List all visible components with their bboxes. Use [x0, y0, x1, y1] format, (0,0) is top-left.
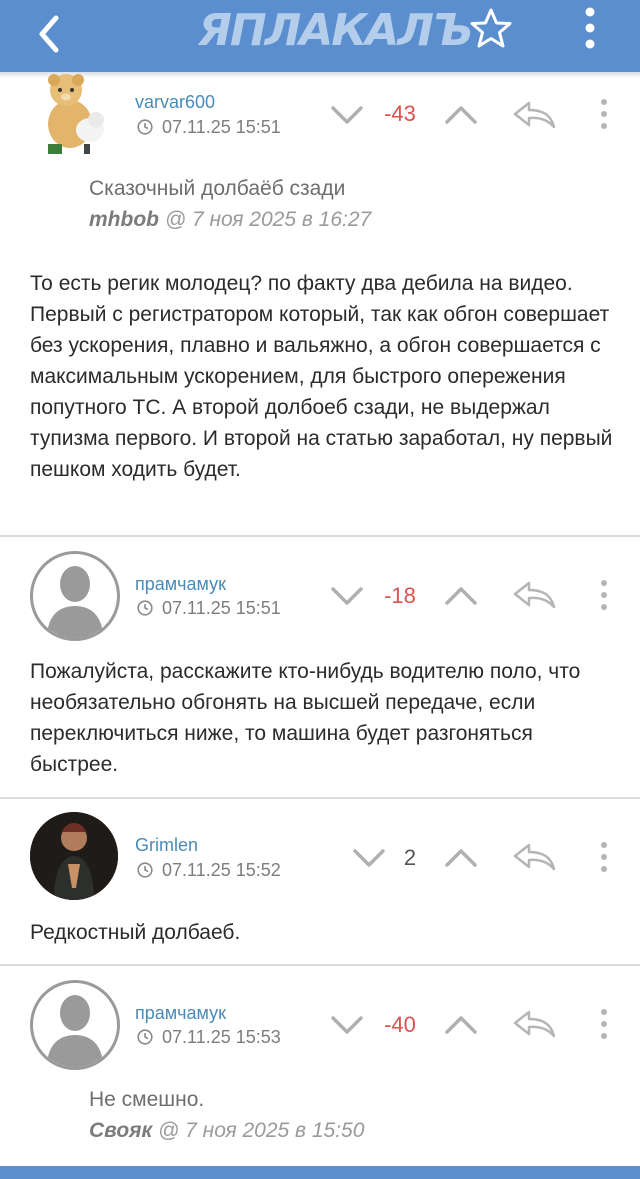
bottom-bar [0, 1166, 640, 1179]
comment-body: То есть регик молодец? по факту два деби… [30, 272, 613, 481]
comment-username[interactable]: Grimlen [135, 835, 198, 856]
clock-icon [137, 1029, 153, 1045]
comment-username[interactable]: прамчамук [135, 1003, 226, 1024]
back-chevron-icon[interactable] [30, 12, 70, 56]
top-bar: ЯПЛАКАЛЪ [0, 0, 640, 72]
comment-time: 07.11.25 15:51 [162, 117, 281, 137]
more-vertical-icon[interactable] [572, 4, 608, 52]
site-logo[interactable]: ЯПЛАКАЛЪ [198, 6, 473, 56]
comment-score: -40 [384, 1012, 416, 1037]
reply-icon[interactable] [512, 1009, 556, 1039]
photo-avatar[interactable] [30, 812, 118, 900]
comment-score: -43 [384, 101, 416, 126]
vote-up-icon[interactable] [444, 847, 478, 869]
quote-author[interactable]: Свояк [89, 1119, 152, 1142]
reply-icon[interactable] [512, 100, 556, 130]
quote-author[interactable]: mhbob [89, 208, 159, 231]
comment-time: 07.11.25 15:53 [162, 1027, 281, 1047]
comment-body: Пожалуйста, расскажите кто-нибудь водите… [30, 660, 581, 776]
vote-up-icon[interactable] [444, 585, 478, 607]
reply-icon[interactable] [512, 580, 556, 610]
comment-menu-icon[interactable] [598, 578, 610, 612]
vote-down-icon[interactable] [330, 585, 364, 607]
comment-score: -18 [384, 583, 416, 608]
vote-up-icon[interactable] [444, 1014, 478, 1036]
comment-divider [0, 797, 640, 799]
comment-username[interactable]: прамчамук [135, 574, 226, 595]
star-icon[interactable] [468, 6, 514, 52]
comment-menu-icon[interactable] [598, 97, 610, 131]
quote-date: @ 7 ноя 2025 в 16:27 [158, 208, 372, 231]
comment-time: 07.11.25 15:51 [162, 598, 281, 618]
vote-up-icon[interactable] [444, 104, 478, 126]
comment-divider [0, 535, 640, 537]
quote-meta: mhbob @ 7 ноя 2025 в 16:27 [89, 208, 371, 232]
comment-menu-icon[interactable] [598, 840, 610, 874]
clock-icon [137, 119, 153, 135]
comment-divider [0, 964, 640, 966]
quote-text: Не смешно. [89, 1088, 205, 1111]
quote-date: @ 7 ноя 2025 в 15:50 [152, 1119, 365, 1142]
reply-icon[interactable] [512, 842, 556, 872]
comment-score: 2 [403, 845, 417, 870]
clock-icon [137, 600, 153, 616]
comment-time: 07.11.25 15:52 [162, 860, 281, 880]
clock-icon [137, 862, 153, 878]
vote-down-icon[interactable] [330, 1014, 364, 1036]
default-user-avatar[interactable] [30, 980, 120, 1070]
comment-username[interactable]: varvar600 [135, 92, 215, 113]
comment-body: Редкостный долбаеб. [30, 921, 241, 944]
quote-meta: Свояк @ 7 ноя 2025 в 15:50 [89, 1119, 364, 1143]
quote-text: Сказочный долбаёб сзади [89, 177, 346, 200]
comment-menu-icon[interactable] [598, 1007, 610, 1041]
vote-down-icon[interactable] [330, 104, 364, 126]
teddy-bear-avatar[interactable] [30, 72, 118, 160]
default-user-avatar[interactable] [30, 551, 120, 641]
